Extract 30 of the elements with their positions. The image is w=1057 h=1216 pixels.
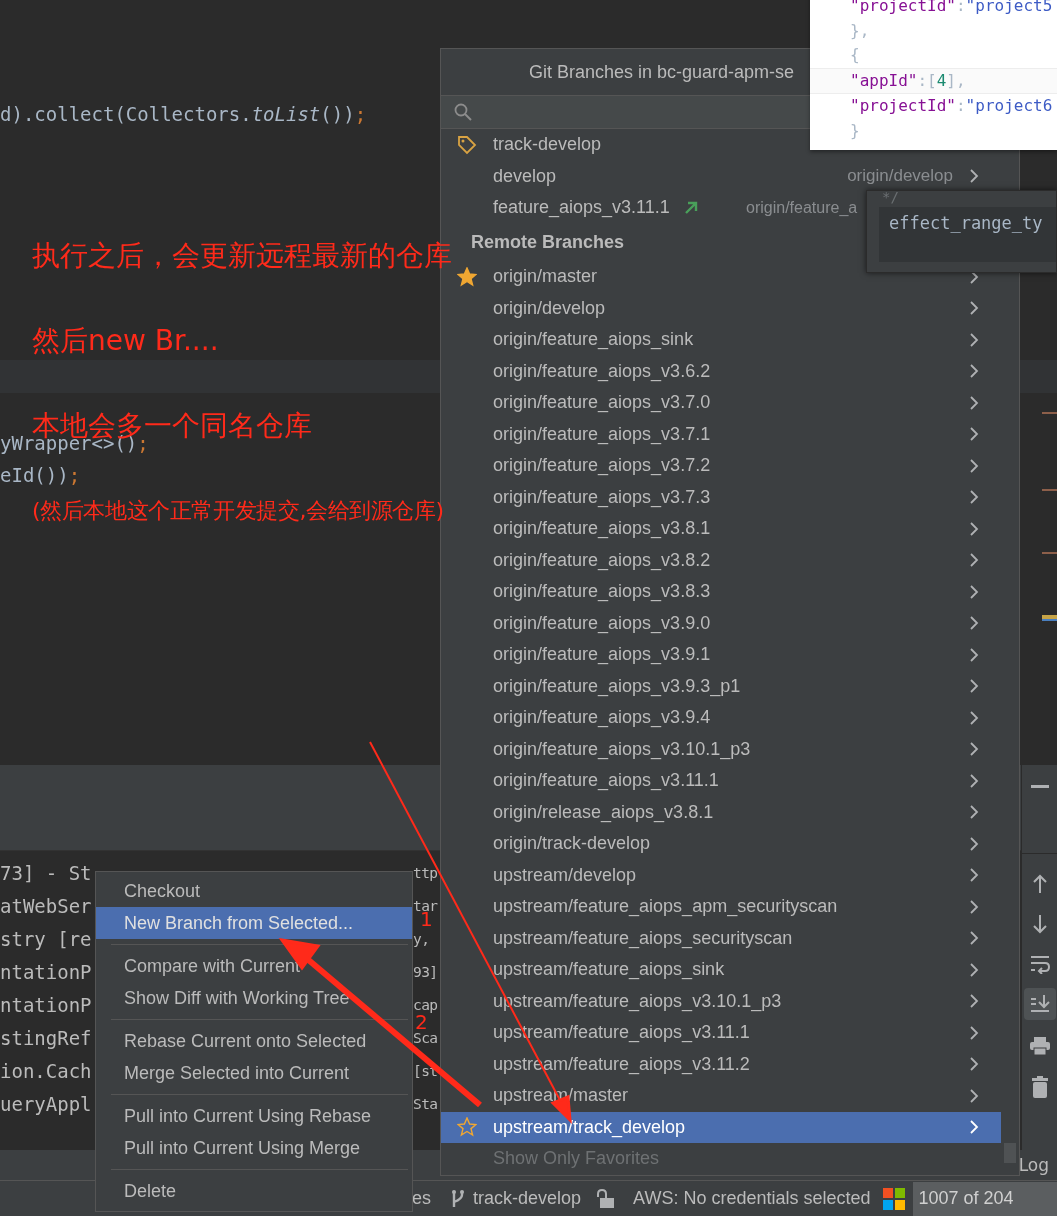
status-text: es: [412, 1188, 431, 1209]
json-line: {: [850, 45, 860, 64]
console-text: 93]: [413, 963, 438, 980]
annotation-text: (然后本地这个正常开发提交,会给到源仓库): [32, 497, 444, 525]
console-text: stingRef: [0, 1026, 92, 1049]
console-text: 73] - St: [0, 861, 92, 884]
code-text: effect_range_ty: [889, 213, 1043, 233]
annotation-text: 然后new Br....: [32, 323, 219, 359]
section-header: Remote Branches: [471, 231, 625, 253]
console-text: atWebSer: [0, 894, 92, 917]
console-text: ntationP: [0, 993, 92, 1016]
comment-text: */: [882, 189, 899, 205]
json-line: "appId":[4],: [850, 70, 966, 90]
json-line: },: [850, 20, 870, 40]
console-text: Sta: [413, 1095, 438, 1112]
tracking-branch: origin/develop: [847, 166, 953, 187]
json-line: "projectId":"project6: [850, 96, 1053, 115]
console-text: ntationP: [0, 960, 92, 983]
json-line: }: [850, 120, 860, 140]
console-text: ion.Cach: [0, 1059, 92, 1082]
console-text: y,: [413, 930, 430, 947]
console-text: stry [re: [0, 927, 92, 950]
tracking-branch: origin/feature_a: [746, 198, 858, 217]
console-text: cap: [413, 996, 438, 1013]
console-text: ttp: [413, 864, 438, 881]
console-text: ueryAppl: [0, 1092, 92, 1115]
annotation-text: 执行之后，会更新远程最新的仓库: [32, 238, 452, 274]
code-line: d).collect(Collectors.toList());: [0, 102, 367, 126]
code-line: eId());: [0, 463, 81, 487]
popup-title: Git Branches in bc-guard-apm-se: [529, 61, 795, 83]
